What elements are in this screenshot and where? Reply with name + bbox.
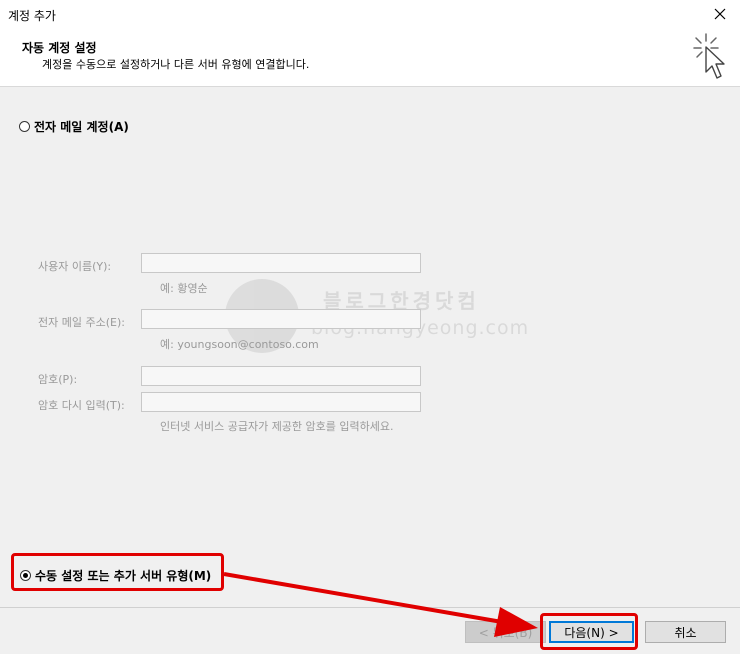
- title-bar: 계정 추가: [0, 0, 740, 28]
- window-title: 계정 추가: [8, 9, 56, 23]
- email-account-option[interactable]: 전자 메일 계정(A): [19, 118, 129, 135]
- close-button[interactable]: [706, 2, 734, 26]
- password-field[interactable]: [141, 366, 421, 386]
- manual-setup-radio[interactable]: [20, 570, 31, 581]
- content-area: 전자 메일 계정(A) 블로그한경닷컴 blog.hangyeong.com 사…: [0, 87, 740, 607]
- password-confirm-field[interactable]: [141, 392, 421, 412]
- email-field[interactable]: [141, 309, 421, 329]
- back-button[interactable]: < 뒤로(B): [465, 621, 546, 643]
- password-hint: 인터넷 서비스 공급자가 제공한 암호를 입력하세요.: [160, 420, 394, 433]
- header-title: 자동 계정 설정: [22, 41, 97, 55]
- close-icon: [714, 8, 726, 20]
- name-label: 사용자 이름(Y):: [38, 260, 112, 273]
- name-field[interactable]: [141, 253, 421, 273]
- dialog-header: 자동 계정 설정 계정을 수동으로 설정하거나 다른 서버 유형에 연결합니다.: [0, 28, 740, 87]
- cancel-button[interactable]: 취소: [645, 621, 726, 643]
- password-confirm-label: 암호 다시 입력(T):: [38, 399, 125, 412]
- email-account-radio[interactable]: [19, 121, 30, 132]
- password-label: 암호(P):: [38, 373, 78, 386]
- name-example: 예: 황영순: [160, 282, 208, 295]
- manual-setup-option[interactable]: 수동 설정 또는 추가 서버 유형(M): [20, 567, 211, 584]
- email-example: 예: youngsoon@contoso.com: [160, 338, 319, 351]
- next-button[interactable]: 다음(N) >: [549, 621, 634, 643]
- email-account-label: 전자 메일 계정(A): [34, 120, 129, 134]
- manual-setup-label: 수동 설정 또는 추가 서버 유형(M): [35, 569, 212, 583]
- header-subtitle: 계정을 수동으로 설정하거나 다른 서버 유형에 연결합니다.: [42, 58, 310, 71]
- email-label: 전자 메일 주소(E):: [38, 316, 125, 329]
- cursor-sparkle-icon: [693, 33, 725, 79]
